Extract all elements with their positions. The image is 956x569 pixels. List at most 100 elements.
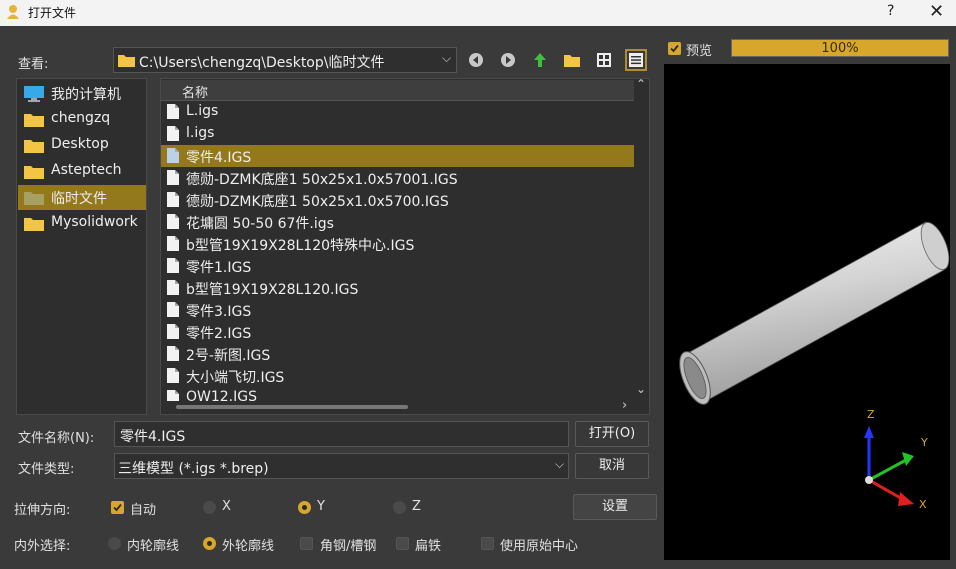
progress-bar: 100% (731, 39, 949, 57)
preview-label: 预览 (686, 44, 713, 59)
file-icon (167, 148, 179, 163)
preview-checkbox[interactable] (668, 42, 681, 55)
file-row[interactable]: 2号-新图.IGS (161, 343, 634, 365)
radio-outer-contour[interactable] (203, 537, 216, 550)
vertical-scrollbar[interactable]: ⌃ ⌄ (634, 77, 648, 400)
file-name: 德勋-DZMK底座1 50x25x1.0x57001.IGS (186, 172, 458, 188)
angle-channel-checkbox[interactable] (300, 537, 313, 550)
radio-x[interactable] (203, 501, 216, 514)
forward-icon[interactable] (496, 48, 520, 72)
radio-y[interactable] (298, 501, 311, 514)
chevron-down-icon[interactable]: ⌄ (636, 382, 646, 396)
sidebar-item[interactable]: Asteptech (18, 159, 146, 184)
file-icon (167, 126, 179, 141)
file-name: 零件4.IGS (186, 150, 252, 166)
radio-z-label: Z (412, 499, 421, 514)
file-row[interactable]: 零件4.IGS (161, 145, 634, 167)
progress-label: 100% (821, 41, 859, 56)
filename-label: 文件名称(N): (18, 431, 95, 446)
grid-view-icon[interactable] (592, 48, 616, 72)
filename-input[interactable]: 零件4.IGS (114, 421, 569, 447)
file-name: 2号-新图.IGS (186, 348, 271, 364)
file-row[interactable]: 德勋-DZMK底座1 50x25x1.0x57001.IGS (161, 167, 634, 189)
sidebar-item[interactable]: 临时文件 (18, 185, 146, 210)
file-name: b型管19X19X28L120.IGS (186, 282, 359, 298)
list-view-icon[interactable] (624, 48, 648, 72)
sidebar-item[interactable]: 我的计算机 (18, 81, 146, 106)
preview-canvas: Z Y X (664, 64, 950, 560)
file-icon (167, 302, 179, 317)
sidebar-item-label: Desktop (51, 136, 109, 152)
file-row[interactable]: 零件2.IGS (161, 321, 634, 343)
sidebar-item-label: Asteptech (51, 162, 122, 178)
file-icon (167, 258, 179, 273)
computer-icon (24, 86, 44, 102)
file-name: 零件1.IGS (186, 260, 252, 276)
sidebar-item[interactable]: Desktop (18, 133, 146, 158)
original-center-checkbox[interactable] (481, 537, 494, 550)
file-row[interactable]: 德勋-DZMK底座1 50x25x1.0x5700.IGS (161, 189, 634, 211)
filename-value: 零件4.IGS (120, 429, 186, 445)
settings-button[interactable]: 设置 (573, 494, 657, 520)
scrollbar-thumb[interactable] (176, 405, 408, 409)
stretch-direction-label: 拉伸方向: (14, 503, 71, 518)
sidebar-item-label: chengzq (51, 110, 111, 126)
auto-label: 自动 (130, 503, 157, 518)
close-button[interactable]: ✕ (929, 1, 944, 22)
open-button[interactable]: 打开(O) (575, 421, 649, 447)
file-name: 零件2.IGS (186, 326, 252, 342)
up-folder-icon[interactable] (528, 48, 552, 72)
back-icon[interactable] (464, 48, 488, 72)
file-row[interactable]: 零件1.IGS (161, 255, 634, 277)
folder-icon (24, 166, 44, 179)
chevron-down-icon: ⌵ (555, 457, 565, 471)
horizontal-scrollbar[interactable]: › (161, 398, 634, 414)
file-row[interactable]: 花墉圆 50-50 67件.igs (161, 211, 634, 233)
file-icon (167, 236, 179, 251)
sidebar-item-label: 临时文件 (51, 191, 107, 207)
file-row[interactable]: b型管19X19X28L120.IGS (161, 277, 634, 299)
chevron-right-icon[interactable]: › (622, 398, 627, 413)
filetype-combobox[interactable]: 三维模型 (*.igs *.brep) ⌵ (114, 453, 569, 479)
new-folder-icon[interactable] (560, 48, 584, 72)
filetype-label: 文件类型: (18, 462, 75, 477)
radio-z[interactable] (393, 501, 406, 514)
axis-label-x: X (919, 498, 927, 511)
sidebar-item-label: 我的计算机 (51, 87, 121, 103)
window-title: 打开文件 (28, 6, 77, 20)
lookin-combobox[interactable]: C:\Users\chengzq\Desktop\临时文件 ⌵ (113, 47, 457, 73)
sidebar-item[interactable]: chengzq (18, 107, 146, 132)
original-center-label: 使用原始中心 (500, 539, 579, 554)
file-icon (167, 368, 179, 383)
chevron-down-icon: ⌵ (442, 51, 452, 65)
flat-iron-label: 扁铁 (415, 539, 442, 554)
file-icon (167, 170, 179, 185)
file-row[interactable]: 零件3.IGS (161, 299, 634, 321)
file-row[interactable]: L.igs (161, 101, 634, 123)
lookin-path: C:\Users\chengzq\Desktop\临时文件 (139, 55, 385, 71)
sidebar-item[interactable]: Mysolidwork (18, 211, 146, 236)
file-name: 大小端飞切.IGS (186, 370, 285, 386)
user-icon (7, 5, 19, 19)
file-row[interactable]: OW12.IGS (161, 387, 634, 401)
file-name: 花墉圆 50-50 67件.igs (186, 216, 334, 232)
help-button[interactable]: ? (887, 3, 894, 19)
folder-icon (118, 55, 135, 67)
radio-y-label: Y (317, 499, 325, 514)
inner-contour-label: 内轮廓线 (127, 539, 180, 554)
folder-icon (24, 140, 44, 153)
file-name: l.igs (186, 125, 215, 141)
file-list-header[interactable]: 名称 (161, 80, 634, 101)
cancel-button[interactable]: 取消 (575, 453, 649, 479)
file-row[interactable]: l.igs (161, 123, 634, 145)
axis-label-y: Y (921, 436, 928, 449)
chevron-up-icon[interactable]: ⌃ (636, 77, 646, 91)
folder-icon (24, 114, 44, 127)
file-name: L.igs (186, 103, 219, 119)
file-row[interactable]: 大小端飞切.IGS (161, 365, 634, 387)
flat-iron-checkbox[interactable] (396, 537, 409, 550)
file-row[interactable]: b型管19X19X28L120特殊中心.IGS (161, 233, 634, 255)
radio-inner-contour[interactable] (108, 537, 121, 550)
auto-checkbox[interactable] (111, 501, 124, 514)
contour-label: 内外选择: (14, 539, 71, 554)
